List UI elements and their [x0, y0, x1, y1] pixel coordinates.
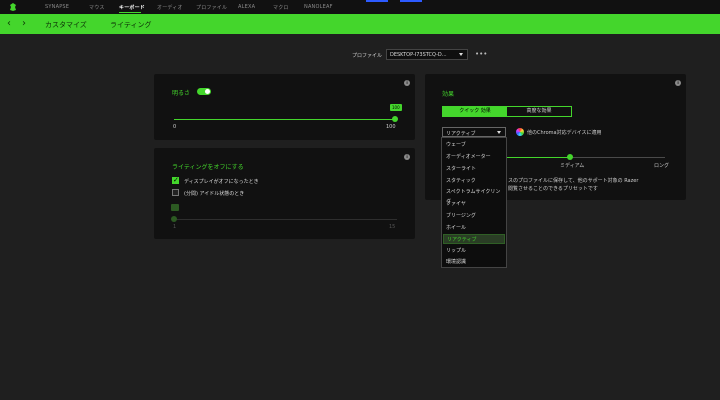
idle-slider-handle[interactable]: [171, 216, 177, 222]
effect-option-fire[interactable]: ファイヤ: [443, 199, 505, 209]
brightness-slider-fill: [174, 119, 395, 120]
effect-option-spectrum-cycling[interactable]: スペクトラムサイクリング: [443, 187, 505, 205]
chroma-icon[interactable]: [516, 128, 524, 136]
display-off-checkbox[interactable]: [172, 176, 179, 184]
nav-keyboard[interactable]: キーボード: [119, 4, 145, 11]
effects-tab-group: クイック 効果 高度な効果: [442, 106, 572, 117]
effect-option-wheel[interactable]: ホイール: [443, 223, 505, 233]
effect-option-wave[interactable]: ウェーブ: [443, 140, 505, 150]
profile-value: DESKTOP-I73STCQ-D...: [390, 52, 447, 58]
chevron-left-icon[interactable]: ‹: [7, 18, 11, 29]
brightness-value-badge: 100: [390, 104, 402, 111]
effect-option-ripple[interactable]: リップル: [443, 246, 505, 256]
tab-customize[interactable]: カスタマイズ: [45, 20, 87, 30]
brightness-max-label: 100: [386, 124, 396, 130]
duration-slider-handle[interactable]: [567, 154, 573, 160]
caret-down-icon: [459, 53, 463, 56]
idle-checkbox[interactable]: [172, 189, 179, 196]
lighting-off-panel: i ライティングをオフにする ディスプレイがオフになったとき (分間) アイドル…: [154, 148, 415, 239]
display-off-label: ディスプレイがオフになったとき: [184, 179, 259, 185]
duration-long-label: ロング: [654, 163, 670, 169]
tab-quick-effects[interactable]: クイック 効果: [443, 107, 507, 116]
info-icon[interactable]: i: [404, 80, 410, 86]
info-icon[interactable]: i: [404, 154, 410, 160]
razer-logo-icon[interactable]: [8, 2, 18, 12]
brightness-panel: i 明るさ 100 0 100: [154, 74, 415, 140]
window-accent-mark: [400, 0, 422, 2]
effect-option-audio-meter[interactable]: オーディオメーター: [443, 152, 505, 162]
effect-option-starlight[interactable]: スターライト: [443, 164, 505, 174]
lighting-off-title: ライティングをオフにする: [172, 164, 244, 171]
brightness-toggle[interactable]: [197, 88, 211, 95]
tab-lighting[interactable]: ライティング: [110, 20, 151, 30]
nav-profiles[interactable]: プロファイル: [196, 4, 227, 11]
effect-dropdown[interactable]: リアクティブ: [442, 127, 506, 137]
top-nav-bar: SYNAPSE マウス キーボード オーディオ プロファイル ALEXA マクロ…: [0, 0, 720, 14]
effect-option-static[interactable]: スタティック: [443, 176, 505, 186]
duration-medium-label: ミディアム: [560, 163, 585, 169]
effects-title: 効果: [442, 91, 455, 98]
nav-nanoleaf[interactable]: NANOLEAF: [304, 4, 333, 10]
brightness-slider-handle[interactable]: [392, 116, 398, 122]
duration-slider-fill: [507, 157, 570, 158]
effect-description-line-2: 閲覧させることのできるプリセットです: [508, 186, 598, 192]
caret-down-icon: [497, 131, 501, 134]
effect-option-breathing[interactable]: ブリージング: [443, 211, 505, 221]
nav-alexa[interactable]: ALEXA: [238, 4, 255, 10]
effect-option-reactive[interactable]: リアクティブ: [443, 234, 505, 244]
window-accent-mark: [366, 0, 388, 2]
idle-slider-track[interactable]: [174, 219, 397, 220]
idle-min-label: 1: [173, 224, 177, 230]
more-options-button[interactable]: •••: [475, 50, 487, 58]
sub-nav-bar: ‹ › カスタマイズ ライティング: [0, 14, 720, 34]
nav-synapse[interactable]: SYNAPSE: [45, 4, 69, 10]
idle-label: (分間) アイドル状態のとき: [184, 191, 245, 197]
profile-label: プロファイル: [352, 53, 383, 59]
profile-dropdown[interactable]: DESKTOP-I73STCQ-D...: [386, 49, 468, 60]
chevron-right-icon[interactable]: ›: [22, 18, 26, 29]
brightness-title: 明るさ: [172, 90, 191, 97]
idle-value-badge: [171, 204, 179, 211]
info-icon[interactable]: i: [675, 80, 681, 86]
brightness-min-label: 0: [173, 124, 177, 130]
idle-max-label: 15: [389, 224, 396, 230]
nav-active-underline: [119, 12, 141, 13]
nav-audio[interactable]: オーディオ: [157, 4, 183, 11]
effect-option-ambient-awareness[interactable]: 環境認識: [443, 257, 505, 267]
effects-dropdown-list: ウェーブ オーディオメーター スターライト スタティック スペクトラムサイクリン…: [441, 137, 507, 268]
tab-advanced-effects[interactable]: 高度な効果: [507, 107, 571, 116]
apply-to-chroma-devices-label[interactable]: 他のChroma対応デバイスに適用: [527, 129, 601, 136]
effect-description-line-1: スのプロファイルに保存して、他のサポート対象の Razer: [508, 178, 639, 184]
nav-macro[interactable]: マクロ: [273, 4, 289, 11]
nav-mouse[interactable]: マウス: [89, 4, 105, 11]
